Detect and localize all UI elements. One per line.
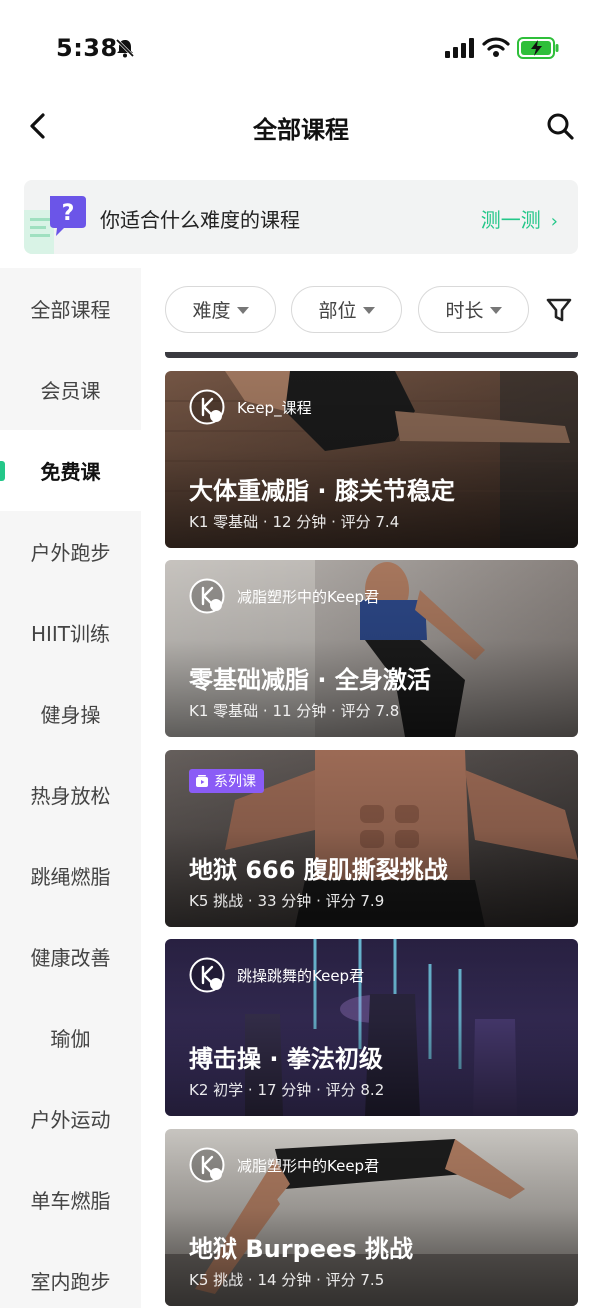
course-meta: K1 零基础 · 12 分钟 · 评分 7.4	[189, 513, 400, 531]
sidebar-item-label: 室内跑步	[30, 1270, 111, 1294]
bell-muted-icon	[115, 38, 135, 58]
author-name: Keep_课程	[237, 398, 312, 417]
series-tag-label: 系列课	[214, 774, 256, 790]
sidebar-item-label: 健康改善	[30, 946, 111, 970]
category-sidebar: 全部课程会员课免费课户外跑步 HIIT训练 健身操热身放松跳绳燃脂健康改善瑜伽户外运…	[0, 268, 141, 1308]
filter-chip[interactable]: 部位	[291, 286, 402, 333]
author-badge: 跳操跳舞的Keep君	[189, 957, 364, 993]
filter-chip-label: 难度	[192, 300, 231, 322]
status-time: 5:38	[56, 34, 118, 62]
sidebar-item[interactable]: HIIT训练	[0, 592, 141, 673]
sidebar-item[interactable]: 免费课	[0, 430, 141, 511]
search-icon[interactable]	[544, 110, 576, 142]
previous-course-card-edge	[165, 352, 578, 358]
course-card[interactable]: 减脂塑形中的Keep君地狱 Burpees 挑战 K5 挑战 · 14 分钟 · …	[165, 1129, 578, 1306]
sidebar-item-label: 免费课	[40, 460, 101, 484]
filter-bar: 难度 部位 时长	[141, 268, 602, 352]
play-box-icon	[196, 775, 208, 787]
author-name: 减脂塑形中的Keep君	[237, 587, 380, 606]
author-badge: 减脂塑形中的Keep君	[189, 578, 379, 614]
sidebar-item[interactable]: 跳绳燃脂	[0, 835, 141, 916]
sidebar-item-label: HIIT训练	[30, 622, 111, 646]
caret-down-icon	[489, 307, 502, 314]
svg-text:?: ?	[62, 201, 75, 226]
sidebar-item[interactable]: 室内跑步	[0, 1240, 141, 1308]
author-badge: 减脂塑形中的Keep君	[189, 1147, 379, 1183]
author-badge: Keep_课程	[189, 389, 312, 425]
sidebar-item[interactable]: 健身操	[0, 673, 141, 754]
sidebar-item[interactable]: 单车燃脂	[0, 1159, 141, 1240]
difficulty-quiz-banner[interactable]: ? 你适合什么难度的课程 测一测 ›	[24, 180, 578, 254]
course-title: 地狱 666 腹肌撕裂挑战	[189, 856, 448, 884]
course-meta: K5 挑战 · 33 分钟 · 评分 7.9	[189, 892, 385, 910]
quiz-action-label: 测一测	[480, 208, 541, 232]
filter-chip-label: 部位	[318, 300, 357, 322]
course-card[interactable]: 跳操跳舞的Keep君搏击操 · 拳法初级 K2 初学 · 17 分钟 · 评分 8…	[165, 939, 578, 1116]
page-title: 全部课程	[253, 116, 349, 144]
course-title: 搏击操 · 拳法初级	[189, 1045, 383, 1073]
sidebar-item-label: 跳绳燃脂	[30, 865, 111, 889]
keep-logo-icon	[189, 389, 225, 425]
quiz-prompt-text: 你适合什么难度的课程	[100, 208, 300, 232]
sidebar-item[interactable]: 会员课	[0, 349, 141, 430]
filter-chip-label: 时长	[445, 300, 484, 322]
sidebar-item[interactable]: 户外跑步	[0, 511, 141, 592]
sidebar-item-label: 户外跑步	[30, 541, 111, 565]
caret-down-icon	[236, 307, 249, 314]
sidebar-item-label: 全部课程	[30, 298, 111, 322]
sidebar-item-label: 健身操	[40, 703, 101, 727]
wifi-icon	[482, 37, 510, 57]
course-title: 大体重减脂 · 膝关节稳定	[189, 477, 455, 505]
sidebar-item[interactable]: 健康改善	[0, 916, 141, 997]
author-name: 减脂塑形中的Keep君	[237, 1156, 380, 1175]
sidebar-item-label: 户外运动	[30, 1108, 111, 1132]
quiz-start-link[interactable]: 测一测 ›	[481, 204, 558, 233]
course-title: 零基础减脂 · 全身激活	[189, 666, 431, 694]
course-title: 地狱 Burpees 挑战	[189, 1235, 413, 1263]
sidebar-item[interactable]: 户外运动	[0, 1078, 141, 1159]
nav-bar: 全部课程	[0, 96, 602, 160]
course-card[interactable]: 减脂塑形中的Keep君零基础减脂 · 全身激活 K1 零基础 · 11 分钟 · …	[165, 560, 578, 737]
sidebar-item-label: 瑜伽	[50, 1027, 91, 1051]
course-meta: K2 初学 · 17 分钟 · 评分 8.2	[189, 1081, 385, 1099]
course-list: Keep_课程大体重减脂 · 膝关节稳定 K1 零基础 · 12 分钟 · 评分 …	[141, 352, 602, 1308]
sidebar-item-label: 会员课	[40, 379, 101, 403]
sidebar-item-label: 热身放松	[30, 784, 111, 808]
filter-chip[interactable]: 难度	[165, 286, 276, 333]
sidebar-item[interactable]: 热身放松	[0, 754, 141, 835]
course-meta: K5 挑战 · 14 分钟 · 评分 7.5	[189, 1271, 385, 1289]
series-course-tag: 系列课	[189, 769, 264, 793]
keep-logo-icon	[189, 1147, 225, 1183]
course-meta: K1 零基础 · 11 分钟 · 评分 7.8	[189, 702, 400, 720]
chevron-right-icon: ›	[550, 211, 558, 232]
sidebar-item[interactable]: 全部课程	[0, 268, 141, 349]
quiz-question-icon: ?	[24, 196, 86, 254]
course-card[interactable]: 系列课地狱 666 腹肌撕裂挑战 K5 挑战 · 33 分钟 · 评分 7.9	[165, 750, 578, 927]
funnel-icon[interactable]	[545, 296, 573, 324]
status-bar: 5:38	[0, 0, 602, 96]
sidebar-item[interactable]: 瑜伽	[0, 997, 141, 1078]
filter-chip[interactable]: 时长	[418, 286, 529, 333]
course-card[interactable]: Keep_课程大体重减脂 · 膝关节稳定 K1 零基础 · 12 分钟 · 评分 …	[165, 371, 578, 548]
author-name: 跳操跳舞的Keep君	[237, 966, 365, 985]
keep-logo-icon	[189, 578, 225, 614]
battery-charging-icon	[517, 37, 559, 59]
keep-logo-icon	[189, 957, 225, 993]
sidebar-item-label: 单车燃脂	[30, 1189, 111, 1213]
caret-down-icon	[362, 307, 375, 314]
cellular-signal-icon	[445, 38, 474, 58]
